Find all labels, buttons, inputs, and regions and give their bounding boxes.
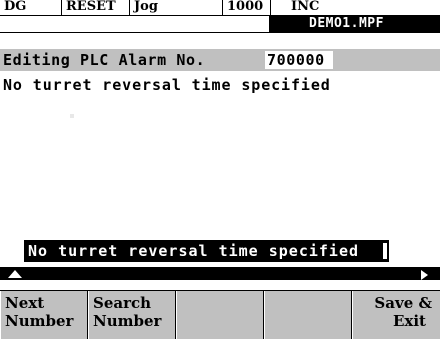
save-exit-softkey[interactable]: Save & Exit xyxy=(352,291,440,339)
softkey-label-line2: Number xyxy=(5,312,74,330)
arrow-up-icon[interactable] xyxy=(8,270,22,278)
operating-mode: Jog xyxy=(130,0,223,15)
softkey-label-line1: Search xyxy=(93,294,152,312)
cnc-screen: DG RESET Jog 1000 INC DEMO1.MPF Editing … xyxy=(0,0,440,339)
area-indicator: DG xyxy=(0,0,62,15)
mouse-cursor-mark xyxy=(70,114,74,118)
edit-header: Editing PLC Alarm No. 700000 xyxy=(0,49,440,71)
softkey-label-line2: Exit xyxy=(392,312,426,330)
text-caret xyxy=(383,243,387,259)
program-file-name: DEMO1.MPF xyxy=(269,16,440,32)
next-number-softkey[interactable]: Next Number xyxy=(0,291,88,339)
alarm-text-input[interactable]: No turret reversal time specified xyxy=(24,240,389,262)
program-row: DEMO1.MPF xyxy=(0,16,440,33)
search-number-softkey[interactable]: Search Number xyxy=(88,291,176,339)
empty-softkey-4[interactable] xyxy=(264,291,352,339)
scroll-bar[interactable] xyxy=(0,267,440,280)
alarm-text-input-value: No turret reversal time specified xyxy=(28,242,360,260)
softkey-label-line1: Save & xyxy=(374,294,432,312)
status-bar: DG RESET Jog 1000 INC xyxy=(0,0,440,16)
empty-softkey-3[interactable] xyxy=(176,291,264,339)
edit-label: Editing PLC Alarm No. xyxy=(3,51,206,69)
softkey-label-line1: Next xyxy=(5,294,45,312)
alarm-text: No turret reversal time specified xyxy=(3,76,331,94)
channel-state: RESET xyxy=(62,0,130,15)
feed-value: 1000 xyxy=(223,0,271,15)
alarm-number-field[interactable]: 700000 xyxy=(265,51,333,69)
arrow-right-icon[interactable] xyxy=(421,270,428,280)
softkey-bar: Next Number Search Number Save & Exit xyxy=(0,290,440,339)
softkey-label-line2: Number xyxy=(93,312,162,330)
increment-indicator: INC xyxy=(291,0,320,14)
